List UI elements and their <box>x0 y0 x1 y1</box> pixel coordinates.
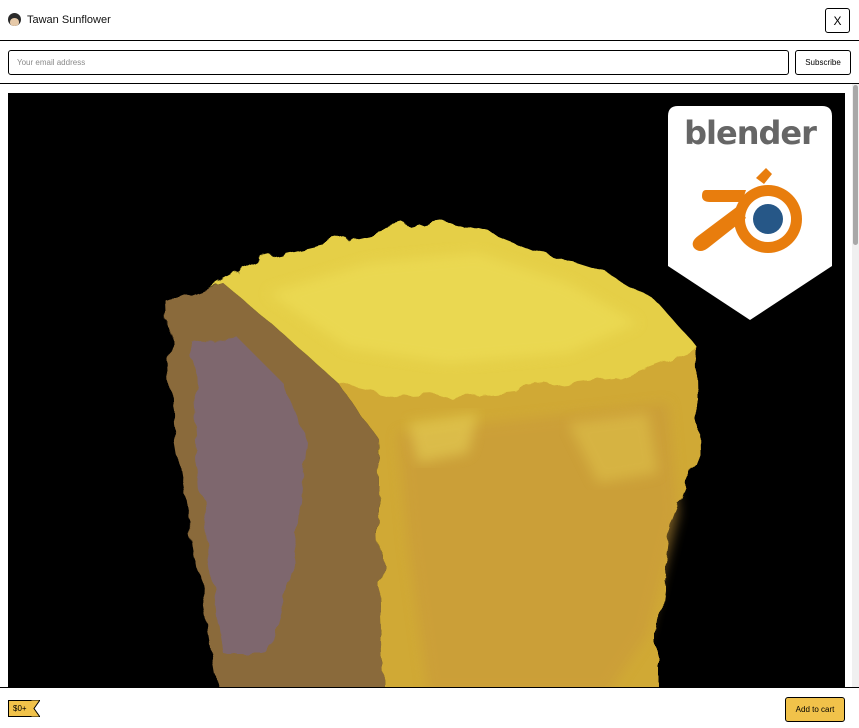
purchase-footer: $0+ Add to cart <box>0 687 859 728</box>
subscribe-bar: Subscribe <box>0 41 859 84</box>
price-tag: $0+ <box>8 700 40 717</box>
product-content[interactable]: blender <box>0 84 859 687</box>
scrollbar[interactable] <box>852 84 859 687</box>
add-to-cart-button[interactable]: Add to cart <box>785 697 845 722</box>
price-label: $0+ <box>8 700 31 717</box>
subscribe-button[interactable]: Subscribe <box>795 50 851 75</box>
product-cover-image: blender <box>8 93 845 687</box>
blender-badge: blender <box>668 106 832 320</box>
close-button[interactable]: X <box>825 8 850 33</box>
header-bar: Tawan Sunflower X <box>0 0 859 41</box>
email-field[interactable] <box>8 50 789 75</box>
scrollbar-thumb[interactable] <box>853 85 858 245</box>
price-tag-notch-icon <box>30 700 40 717</box>
seller-name[interactable]: Tawan Sunflower <box>27 13 111 27</box>
blender-wordmark: blender <box>684 114 817 152</box>
seller-avatar[interactable] <box>8 13 21 26</box>
